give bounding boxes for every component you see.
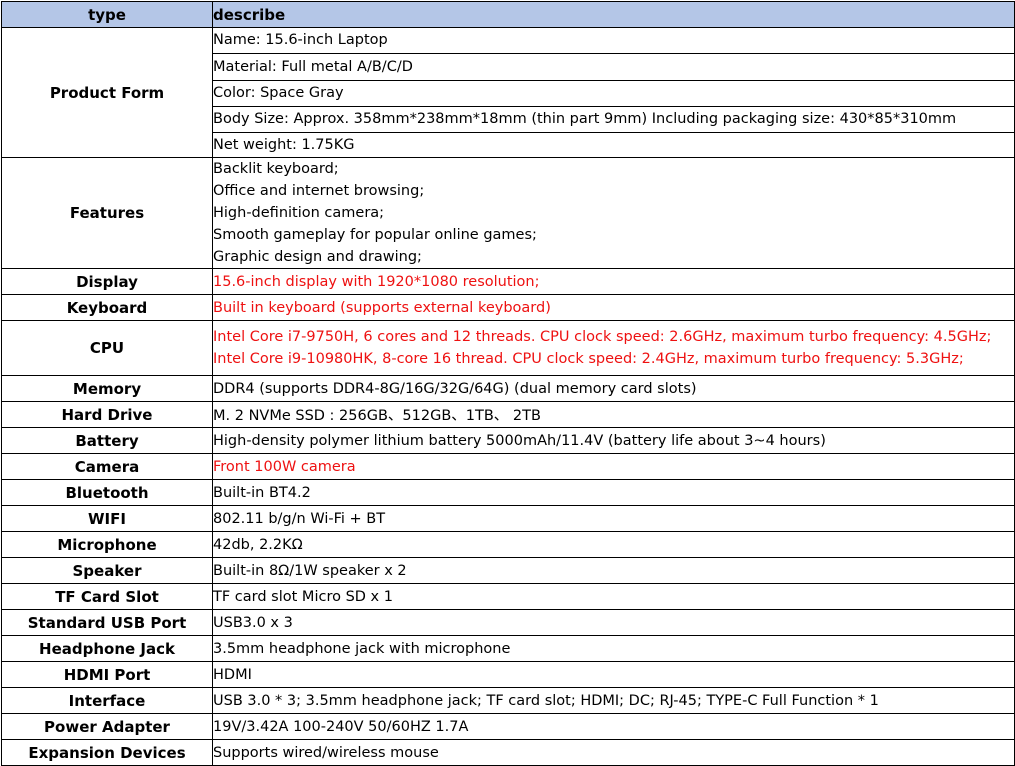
row-type: Headphone Jack <box>1 635 213 662</box>
describe-line: High-definition camera; <box>213 205 385 221</box>
row-describe: Name: 15.6-inch Laptop Material: Full me… <box>212 27 1015 158</box>
table-row-memory: Memory DDR4 (supports DDR4-8G/16G/32G/64… <box>1 375 1015 402</box>
table-row-product-form: Product Form Name: 15.6-inch Laptop Mate… <box>1 27 1015 158</box>
row-describe: Built in keyboard (supports external key… <box>212 294 1015 321</box>
table-row-speaker: Speaker Built-in 8Ω/1W speaker x 2 <box>1 557 1015 584</box>
row-describe: HDMI <box>212 661 1015 688</box>
table-row-power-adapter: Power Adapter 19V/3.42A 100-240V 50/60HZ… <box>1 713 1015 740</box>
row-describe: 19V/3.42A 100-240V 50/60HZ 1.7A <box>212 713 1015 740</box>
table-row-battery: Battery High-density polymer lithium bat… <box>1 427 1015 454</box>
row-describe: 3.5mm headphone jack with microphone <box>212 635 1015 662</box>
table-row-interface: Interface USB 3.0 * 3; 3.5mm headphone j… <box>1 687 1015 714</box>
table-row-tf-card-slot: TF Card Slot TF card slot Micro SD x 1 <box>1 583 1015 610</box>
row-type: Product Form <box>1 27 213 158</box>
row-describe: 42db, 2.2KΩ <box>212 531 1015 558</box>
row-describe: M. 2 NVMe SSD : 256GB、512GB、1TB、 2TB <box>212 401 1015 428</box>
table-row-usb-port: Standard USB Port USB3.0 x 3 <box>1 609 1015 636</box>
header-row: type describe <box>1 1 1015 28</box>
row-type: Standard USB Port <box>1 609 213 636</box>
spec-table: type describe Product Form Name: 15.6-in… <box>1 1 1015 766</box>
table-row-hdmi-port: HDMI Port HDMI <box>1 661 1015 688</box>
row-type: Power Adapter <box>1 713 213 740</box>
table-row-headphone-jack: Headphone Jack 3.5mm headphone jack with… <box>1 635 1015 662</box>
row-describe: Backlit keyboard; Office and internet br… <box>212 157 1015 269</box>
table-row-camera: Camera Front 100W camera <box>1 453 1015 480</box>
row-type: Interface <box>1 687 213 714</box>
row-type: Memory <box>1 375 213 402</box>
row-type: Hard Drive <box>1 401 213 428</box>
table-row-hard-drive: Hard Drive M. 2 NVMe SSD : 256GB、512GB、1… <box>1 401 1015 428</box>
describe-line: Name: 15.6-inch Laptop <box>213 32 388 48</box>
row-type: Features <box>1 157 213 269</box>
row-type: Bluetooth <box>1 479 213 506</box>
row-type: Display <box>1 268 213 295</box>
describe-line: Intel Core i7-9750H, 6 cores and 12 thre… <box>213 329 992 345</box>
table-row-bluetooth: Bluetooth Built-in BT4.2 <box>1 479 1015 506</box>
describe-line: Net weight: 1.75KG <box>213 132 1014 157</box>
describe-line: Intel Core i9-10980HK, 8-core 16 thread.… <box>213 351 964 367</box>
header-describe: describe <box>212 1 1015 28</box>
table-row-cpu: CPU Intel Core i7-9750H, 6 cores and 12 … <box>1 320 1015 376</box>
row-describe: Front 100W camera <box>212 453 1015 480</box>
row-describe: USB 3.0 * 3; 3.5mm headphone jack; TF ca… <box>212 687 1015 714</box>
header-type: type <box>1 1 213 28</box>
row-type: CPU <box>1 320 213 376</box>
spec-table-body: Product Form Name: 15.6-inch Laptop Mate… <box>1 27 1015 766</box>
table-row-features: Features Backlit keyboard; Office and in… <box>1 157 1015 269</box>
describe-line: Smooth gameplay for popular online games… <box>213 227 537 243</box>
table-row-display: Display 15.6-inch display with 1920*1080… <box>1 268 1015 295</box>
row-describe: Built-in 8Ω/1W speaker x 2 <box>212 557 1015 584</box>
describe-line: Material: Full metal A/B/C/D <box>213 53 1014 80</box>
row-describe: TF card slot Micro SD x 1 <box>212 583 1015 610</box>
row-type: WIFI <box>1 505 213 532</box>
row-describe: USB3.0 x 3 <box>212 609 1015 636</box>
row-describe: Intel Core i7-9750H, 6 cores and 12 thre… <box>212 320 1015 376</box>
table-row-keyboard: Keyboard Built in keyboard (supports ext… <box>1 294 1015 321</box>
describe-line: Office and internet browsing; <box>213 183 425 199</box>
row-type: Camera <box>1 453 213 480</box>
row-type: TF Card Slot <box>1 583 213 610</box>
row-describe: Supports wired/wireless mouse <box>212 739 1015 766</box>
describe-line: Color: Space Gray <box>213 80 1014 106</box>
describe-line: Body Size: Approx. 358mm*238mm*18mm (thi… <box>213 106 1014 132</box>
row-type: Keyboard <box>1 294 213 321</box>
describe-line: Backlit keyboard; <box>213 161 339 177</box>
row-type: HDMI Port <box>1 661 213 688</box>
row-type: Battery <box>1 427 213 454</box>
row-describe: Built-in BT4.2 <box>212 479 1015 506</box>
row-describe: DDR4 (supports DDR4-8G/16G/32G/64G) (dua… <box>212 375 1015 402</box>
table-row-expansion-devices: Expansion Devices Supports wired/wireles… <box>1 739 1015 766</box>
table-row-wifi: WIFI 802.11 b/g/n Wi-Fi + BT <box>1 505 1015 532</box>
row-type: Speaker <box>1 557 213 584</box>
row-type: Microphone <box>1 531 213 558</box>
row-describe: High-density polymer lithium battery 500… <box>212 427 1015 454</box>
describe-line: Graphic design and drawing; <box>213 249 422 265</box>
table-row-microphone: Microphone 42db, 2.2KΩ <box>1 531 1015 558</box>
row-describe: 802.11 b/g/n Wi-Fi + BT <box>212 505 1015 532</box>
row-describe: 15.6-inch display with 1920*1080 resolut… <box>212 268 1015 295</box>
row-type: Expansion Devices <box>1 739 213 766</box>
